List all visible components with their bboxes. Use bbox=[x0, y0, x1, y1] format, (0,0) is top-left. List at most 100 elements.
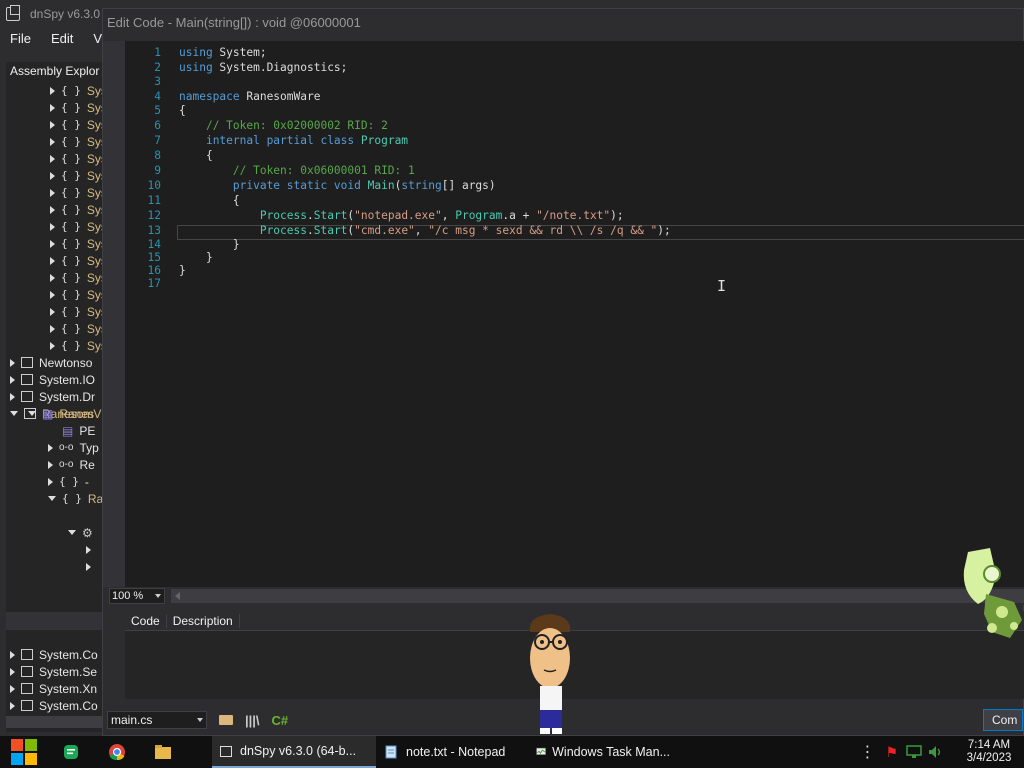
tree-item-namespace[interactable]: { } Sys bbox=[50, 99, 106, 116]
collapse-icon[interactable] bbox=[68, 530, 76, 535]
tree-item-assembly[interactable]: System.Co bbox=[10, 697, 98, 714]
taskbar-task[interactable]: dnSpy v6.3.0 (64-b... bbox=[212, 736, 376, 768]
tree-item-namespace[interactable]: { } Sys bbox=[50, 218, 106, 235]
menu-edit[interactable]: Edit bbox=[51, 31, 73, 46]
tree-item-namespace[interactable]: { } Sys bbox=[50, 252, 106, 269]
expand-icon[interactable] bbox=[50, 324, 55, 333]
expand-icon[interactable] bbox=[10, 375, 15, 384]
dialog-title: Edit Code - Main(string[]) : void @06000… bbox=[107, 15, 361, 30]
tree-item-assembly[interactable]: System.Xn bbox=[10, 680, 97, 697]
expand-icon[interactable] bbox=[10, 701, 15, 710]
clock[interactable]: 7:14 AM 3/4/2023 bbox=[954, 739, 1024, 765]
namespace-icon: { } bbox=[61, 169, 81, 182]
tree-item-namespace[interactable]: { } Sys bbox=[50, 133, 106, 150]
tree-item-node[interactable]: { } - bbox=[48, 473, 89, 490]
tree-item-namespace[interactable]: { } Sys bbox=[50, 116, 106, 133]
tree-item-class[interactable]: ⚙ bbox=[68, 524, 99, 541]
expand-icon[interactable] bbox=[50, 154, 55, 163]
pinned-chrome[interactable] bbox=[94, 736, 140, 768]
network-icon[interactable] bbox=[906, 745, 922, 759]
expand-icon[interactable] bbox=[50, 341, 55, 350]
expand-icon[interactable] bbox=[10, 392, 15, 401]
expand-icon[interactable] bbox=[50, 222, 55, 231]
tree-item-member[interactable] bbox=[86, 541, 97, 558]
expand-icon[interactable] bbox=[48, 460, 53, 469]
start-button[interactable] bbox=[0, 736, 48, 768]
tree-item-label: System.Xn bbox=[39, 681, 98, 696]
pinned-app-green[interactable] bbox=[48, 736, 94, 768]
expand-icon[interactable] bbox=[50, 307, 55, 316]
screen: dnSpy v6.3.0 File Edit Vi Assembly Explo… bbox=[0, 0, 1024, 768]
taskbar-task[interactable]: note.txt - Notepad bbox=[376, 736, 528, 768]
expand-icon[interactable] bbox=[48, 443, 53, 452]
desktop-pet-man-icon[interactable] bbox=[520, 610, 580, 736]
flag-icon[interactable]: ⚑ bbox=[885, 744, 898, 761]
desktop-pet-gem-icon[interactable] bbox=[956, 548, 1024, 640]
code-editor[interactable]: 1 using System; 2 using System.Diagnostics;… bbox=[125, 41, 1024, 587]
expand-icon[interactable] bbox=[10, 667, 15, 676]
taskbar-task[interactable]: Windows Task Man... bbox=[528, 736, 678, 768]
csharp-icon[interactable]: C# bbox=[272, 713, 289, 728]
collapse-icon[interactable] bbox=[48, 496, 56, 501]
collapse-icon[interactable] bbox=[28, 411, 36, 416]
column-description[interactable]: Description bbox=[167, 613, 240, 628]
tree-item-namespace[interactable]: { } Sys bbox=[50, 303, 106, 320]
compile-button[interactable]: Com bbox=[983, 709, 1023, 731]
expand-icon[interactable] bbox=[50, 188, 55, 197]
expand-icon[interactable] bbox=[48, 477, 53, 486]
tree-item-namespace[interactable]: { } Sys bbox=[50, 235, 106, 252]
tree-item-namespace[interactable]: { } Sys bbox=[50, 184, 106, 201]
expand-icon[interactable] bbox=[10, 650, 15, 659]
tree-item-node[interactable]: o-o Re bbox=[48, 456, 95, 473]
expand-icon[interactable] bbox=[10, 358, 15, 367]
tree-item-node[interactable]: { } Ra bbox=[48, 490, 103, 507]
taskbar-task-label: Windows Task Man... bbox=[552, 745, 670, 759]
expand-icon[interactable] bbox=[50, 273, 55, 282]
expand-icon[interactable] bbox=[50, 256, 55, 265]
explorer-horizontal-scrollbar[interactable] bbox=[6, 716, 106, 728]
tree-item-node[interactable]: ▤ PE bbox=[48, 422, 95, 439]
tree-item-namespace[interactable]: { } Sys bbox=[50, 337, 106, 354]
tree-item-node[interactable]: ▦ Ranes bbox=[28, 405, 94, 422]
main-window-title: dnSpy v6.3.0 bbox=[30, 7, 101, 21]
expand-icon[interactable] bbox=[50, 120, 55, 129]
tree-item-namespace[interactable]: { } Sys bbox=[50, 201, 106, 218]
tree-item-assembly[interactable]: System.Dr bbox=[10, 388, 95, 405]
volume-icon[interactable] bbox=[928, 745, 944, 759]
expand-icon[interactable] bbox=[50, 137, 55, 146]
expand-icon[interactable] bbox=[50, 239, 55, 248]
open-folder-icon[interactable] bbox=[219, 715, 233, 725]
tree-item-namespace[interactable]: { } Sys bbox=[50, 82, 106, 99]
expand-icon[interactable] bbox=[86, 562, 91, 571]
tree-item-node[interactable]: o-o Typ bbox=[48, 439, 99, 456]
file-select[interactable]: main.cs bbox=[107, 711, 207, 729]
tree-item-namespace[interactable]: { } Sys bbox=[50, 167, 106, 184]
tree-item-namespace[interactable]: { } Sys bbox=[50, 320, 106, 337]
expand-icon[interactable] bbox=[50, 171, 55, 180]
tree-item-assembly[interactable]: System.IO bbox=[10, 371, 95, 388]
tree-item-assembly[interactable]: System.Se bbox=[10, 663, 97, 680]
zoom-select[interactable]: 100 % bbox=[109, 588, 165, 604]
expand-icon[interactable] bbox=[86, 545, 91, 554]
expand-icon[interactable] bbox=[50, 205, 55, 214]
expand-icon[interactable] bbox=[50, 290, 55, 299]
expand-icon[interactable] bbox=[10, 684, 15, 693]
expand-icon[interactable] bbox=[50, 86, 55, 95]
collapse-icon[interactable] bbox=[10, 411, 18, 416]
pinned-file-explorer[interactable] bbox=[140, 736, 186, 768]
scroll-left-icon[interactable] bbox=[175, 592, 180, 600]
tree-item-assembly[interactable]: Newtonso bbox=[10, 354, 92, 371]
tree-item-member[interactable] bbox=[86, 558, 97, 575]
add-reference-icon[interactable]: |||\ bbox=[245, 713, 260, 728]
tree-item-namespace[interactable]: { } Sys bbox=[50, 286, 106, 303]
editor-horizontal-scrollbar[interactable] bbox=[171, 589, 1024, 603]
expand-icon[interactable] bbox=[50, 103, 55, 112]
menu-file[interactable]: File bbox=[10, 31, 31, 46]
tree-item-namespace[interactable]: { } Sys bbox=[50, 269, 106, 286]
more-icon[interactable]: ⋮ bbox=[859, 742, 875, 762]
tree-item-assembly[interactable]: System.Co bbox=[10, 646, 98, 663]
tree-item-namespace[interactable]: { } Sys bbox=[50, 150, 106, 167]
line-number: 12 bbox=[147, 209, 161, 222]
column-code[interactable]: Code bbox=[125, 613, 167, 628]
namespace-icon: { } bbox=[61, 305, 81, 318]
